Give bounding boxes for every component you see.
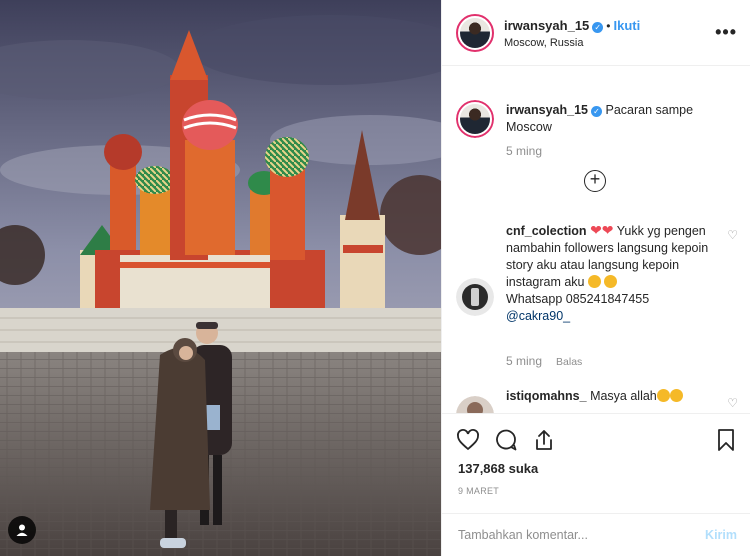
author-info: irwansyah_15 ✓ • Ikuti Moscow, Russia: [504, 17, 640, 49]
heart-eyes-emoji-icon: [604, 275, 618, 288]
post-actions: 137,868 suka 9 MARET Kirim: [442, 413, 750, 556]
comment-like-icon[interactable]: ♡: [727, 396, 738, 410]
likes-count[interactable]: 137,868 suka: [458, 461, 538, 476]
heart-eyes-emoji-icon: [588, 275, 601, 288]
verified-badge-icon: ✓: [591, 106, 602, 117]
red-heart-icon: ❤: [590, 222, 602, 238]
comments-list[interactable]: irwansyah_15 ✓ Pacaran sampe Moscow 5 min…: [442, 66, 750, 413]
post-photo[interactable]: [0, 0, 441, 556]
comment-input[interactable]: [458, 528, 678, 542]
follow-button[interactable]: Ikuti: [613, 18, 640, 33]
author-avatar[interactable]: [456, 13, 494, 52]
heart-eyes-emoji-icon: [656, 389, 670, 402]
caption-text: irwansyah_15 ✓ Pacaran sampe Moscow: [506, 102, 726, 136]
heart-outline-icon[interactable]: [456, 428, 480, 452]
caption-username[interactable]: irwansyah_15: [506, 103, 588, 117]
comment-text: cnf_colection ❤❤ Yukk yg pengen nambahin…: [506, 222, 709, 323]
comment-meta: 5 ming Balas: [506, 352, 582, 370]
comment-like-icon[interactable]: ♡: [727, 228, 738, 242]
action-icons: [456, 428, 738, 454]
commenter-username[interactable]: cnf_colection: [506, 224, 587, 238]
caption-time[interactable]: 5 ming: [506, 144, 542, 158]
caption-avatar[interactable]: [456, 100, 494, 138]
share-arrow-icon[interactable]: [532, 428, 556, 452]
comment-text: istiqomahns_ Masya allah: [506, 388, 726, 405]
mention-link[interactable]: @cakra90_: [506, 309, 570, 323]
st-basil-cathedral-photo: [0, 0, 441, 556]
post-details-panel: irwansyah_15 ✓ • Ikuti Moscow, Russia ••• i…: [441, 0, 750, 556]
comment-time[interactable]: 5 ming: [506, 354, 542, 368]
separator-dot: •: [606, 18, 611, 33]
commenter-avatar[interactable]: [456, 396, 494, 413]
author-username[interactable]: irwansyah_15: [504, 18, 589, 33]
post-header: irwansyah_15 ✓ • Ikuti Moscow, Russia •••: [442, 0, 750, 66]
user-tag-icon[interactable]: [8, 516, 36, 544]
whatsapp-text: Whatsapp 085241847455: [506, 292, 650, 306]
comment-bubble-icon[interactable]: [494, 428, 518, 452]
send-comment-button[interactable]: Kirim: [705, 528, 737, 542]
heart-eyes-emoji-icon: [669, 389, 683, 402]
commenter-avatar[interactable]: [456, 278, 494, 316]
commenter-username[interactable]: istiqomahns_: [506, 389, 587, 403]
plus-circle-icon[interactable]: +: [584, 170, 606, 192]
verified-badge-icon: ✓: [592, 21, 604, 33]
post-date[interactable]: 9 MARET: [458, 486, 499, 496]
reply-button[interactable]: Balas: [556, 356, 582, 368]
post-location[interactable]: Moscow, Russia: [504, 37, 640, 49]
more-options-icon[interactable]: •••: [715, 22, 737, 43]
red-heart-icon: ❤: [601, 222, 614, 238]
bookmark-icon[interactable]: [714, 428, 738, 452]
add-comment-bar: Kirim: [442, 513, 750, 556]
